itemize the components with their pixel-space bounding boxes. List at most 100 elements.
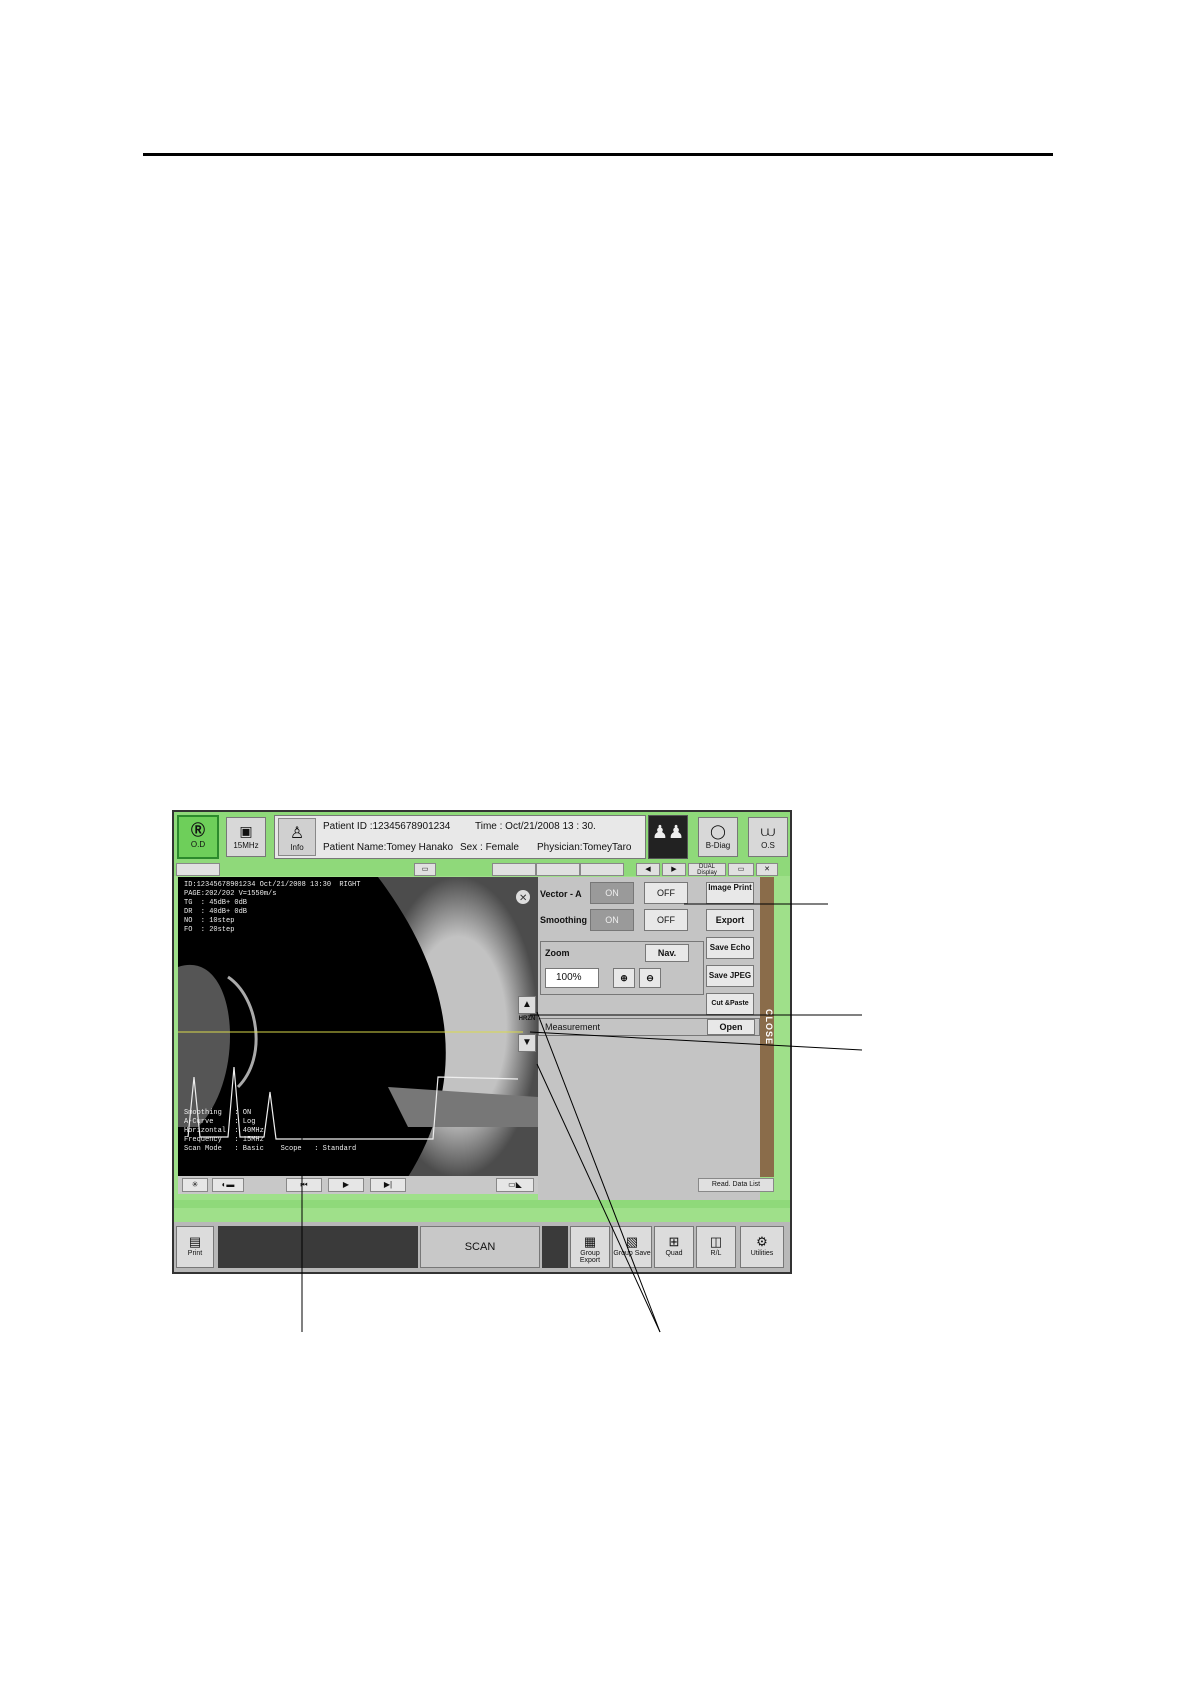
- tab-close-icon[interactable]: ✕: [756, 863, 778, 876]
- read-data-list-button[interactable]: Read. Data List: [698, 1178, 774, 1192]
- zoom-label: Zoom: [545, 948, 570, 958]
- rl-label: R/L: [710, 1250, 722, 1257]
- vector-off-button[interactable]: OFF: [644, 882, 688, 904]
- hrzn-label: HRZN: [518, 1016, 536, 1022]
- group-save-button[interactable]: ▧ Group Save: [612, 1226, 652, 1268]
- vector-a-label: Vector - A: [540, 889, 582, 899]
- group-save-label: Group Save: [613, 1250, 651, 1257]
- cut-paste-button[interactable]: Cut &Paste: [706, 993, 754, 1015]
- patient-nav-button[interactable]: ♟♟: [648, 815, 688, 859]
- next-frame-button[interactable]: ▶|: [370, 1178, 406, 1192]
- group-export-button[interactable]: ▦ Group Export: [570, 1226, 610, 1268]
- smoothing-on-button[interactable]: ON: [590, 909, 634, 931]
- person-icon: ♙: [289, 825, 305, 842]
- close-panel-button[interactable]: CLOSE: [760, 877, 774, 1177]
- utilities-icon: ⚙: [756, 1234, 768, 1249]
- print-label: Print: [187, 1250, 203, 1257]
- smoothing-off-button[interactable]: OFF: [644, 909, 688, 931]
- patient-sex: Sex : Female: [460, 842, 519, 853]
- probe-arc-icon: ⩊: [760, 823, 776, 839]
- down-arrow-icon: ▼: [522, 1037, 532, 1048]
- footer-blank-area-2: [542, 1226, 568, 1268]
- group-export-icon: ▦: [583, 1234, 597, 1249]
- tab-4[interactable]: [580, 863, 624, 876]
- tab-3[interactable]: [536, 863, 580, 876]
- next-arrow-button[interactable]: ▶: [662, 863, 686, 876]
- print-button[interactable]: ▤ Print: [176, 1226, 214, 1268]
- footer-blank-area: [218, 1226, 418, 1268]
- freq-label: 15MHz: [233, 841, 259, 850]
- first-frame-button[interactable]: ⏮: [286, 1178, 322, 1192]
- zoom-in-button[interactable]: ⊕: [613, 968, 635, 988]
- scroll-up-button[interactable]: ▲: [518, 996, 536, 1014]
- printer-icon: ▤: [188, 1234, 202, 1249]
- zoom-out-button[interactable]: ⊖: [639, 968, 661, 988]
- prev-arrow-button[interactable]: ◀: [636, 863, 660, 876]
- tab-bar: ▭ ◀ ▶ DUAL Display ▭ ✕: [174, 862, 790, 876]
- device-screenshot: Ⓡ O.D ▣ 15MHz ♙ Info Patient ID :1234567…: [172, 810, 792, 1274]
- bottom-toolbar: ▤ Print SCAN ▦ Group Export ▧ Group Save…: [174, 1222, 790, 1272]
- up-arrow-icon: ▲: [522, 999, 532, 1010]
- camera-button[interactable]: ▭◣: [496, 1178, 534, 1192]
- zoom-in-icon: ⊕: [620, 973, 628, 983]
- svg-text:✕: ✕: [519, 893, 527, 904]
- echo-image-viewer[interactable]: ✕ ID:12345678901234 Oct/21/2008 13:30 RI…: [178, 877, 538, 1177]
- save-jpeg-button[interactable]: Save JPEG: [706, 965, 754, 987]
- zoom-group: Zoom Nav. 100% ⊕ ⊖: [540, 941, 704, 995]
- status-strip: [174, 1200, 790, 1208]
- info-label: Info: [290, 843, 304, 852]
- patient-name: Patient Name:Tomey Hanako: [323, 842, 454, 853]
- info-button[interactable]: ♙ Info: [278, 818, 316, 856]
- scan-button[interactable]: SCAN: [420, 1226, 540, 1268]
- group-save-icon: ▧: [625, 1234, 639, 1249]
- brightness-button[interactable]: ✳: [182, 1178, 208, 1192]
- exam-time: Time : Oct/21/2008 13 : 30.: [475, 821, 596, 832]
- os-label: O.S: [761, 841, 775, 850]
- quad-button[interactable]: ⊞ Quad: [654, 1226, 694, 1268]
- utilities-button[interactable]: ⚙ Utilities: [740, 1226, 784, 1268]
- dual-display-tab[interactable]: DUAL Display: [688, 863, 726, 876]
- tab-primary[interactable]: [176, 863, 220, 876]
- patient-info-panel: ♙ Info Patient ID :12345678901234 Time :…: [274, 815, 646, 859]
- save-echo-button[interactable]: Save Echo: [706, 937, 754, 959]
- scan-info-text: ID:12345678901234 Oct/21/2008 13:30 RIGH…: [184, 881, 361, 934]
- scroll-down-button[interactable]: ▼: [518, 1034, 536, 1052]
- zoom-out-icon: ⊖: [646, 973, 654, 983]
- utilities-label: Utilities: [750, 1250, 774, 1257]
- bdiag-button[interactable]: ◯ B-Diag: [698, 817, 738, 857]
- top-rule: [143, 153, 1053, 156]
- nav-button[interactable]: Nav.: [645, 944, 689, 962]
- rl-button[interactable]: ◫ R/L: [696, 1226, 736, 1268]
- viewer-controls: ✳ ◐▬ ⏮ ▶ ▶| ▭◣: [178, 1176, 538, 1194]
- quad-icon: ⊞: [668, 1234, 680, 1249]
- tab-image-icon-2[interactable]: ▭: [728, 863, 754, 876]
- smoothing-label: Smoothing: [540, 915, 587, 925]
- zoom-value: 100%: [545, 968, 599, 988]
- bdiag-icon: ◯: [710, 823, 726, 839]
- probe-frequency-button[interactable]: ▣ 15MHz: [226, 817, 266, 857]
- group-export-label: Group Export: [579, 1250, 601, 1264]
- vector-on-button[interactable]: ON: [590, 882, 634, 904]
- contrast-button[interactable]: ◐▬: [212, 1178, 244, 1192]
- play-button[interactable]: ▶: [328, 1178, 364, 1192]
- export-button[interactable]: Export: [706, 909, 754, 931]
- measurement-row: Measurement Open: [538, 1018, 760, 1036]
- tab-2[interactable]: [492, 863, 536, 876]
- measurement-label: Measurement: [545, 1022, 601, 1032]
- scan-settings-text: Smoothing : ON A-Curve : Log Horizontal …: [184, 1109, 357, 1153]
- quad-label: Quad: [665, 1250, 683, 1257]
- physician: Physician:TomeyTaro: [537, 842, 632, 853]
- right-eye-icon: Ⓡ: [191, 822, 205, 838]
- tab-image-icon[interactable]: ▭: [414, 863, 436, 876]
- measurement-open-button[interactable]: Open: [707, 1019, 755, 1035]
- os-eye-button[interactable]: ⩊ O.S: [748, 817, 788, 857]
- settings-panel: Vector - A ON OFF Smoothing ON OFF Zoom …: [538, 877, 760, 1207]
- top-toolbar: Ⓡ O.D ▣ 15MHz ♙ Info Patient ID :1234567…: [174, 812, 790, 862]
- patients-icon: ♟♟: [651, 822, 685, 842]
- od-eye-button[interactable]: Ⓡ O.D: [177, 815, 219, 859]
- patient-id: Patient ID :12345678901234: [323, 821, 451, 832]
- image-print-button[interactable]: Image Print: [706, 882, 754, 904]
- od-label: O.D: [190, 840, 206, 849]
- rl-icon: ◫: [709, 1234, 723, 1249]
- probe-icon: ▣: [239, 823, 253, 839]
